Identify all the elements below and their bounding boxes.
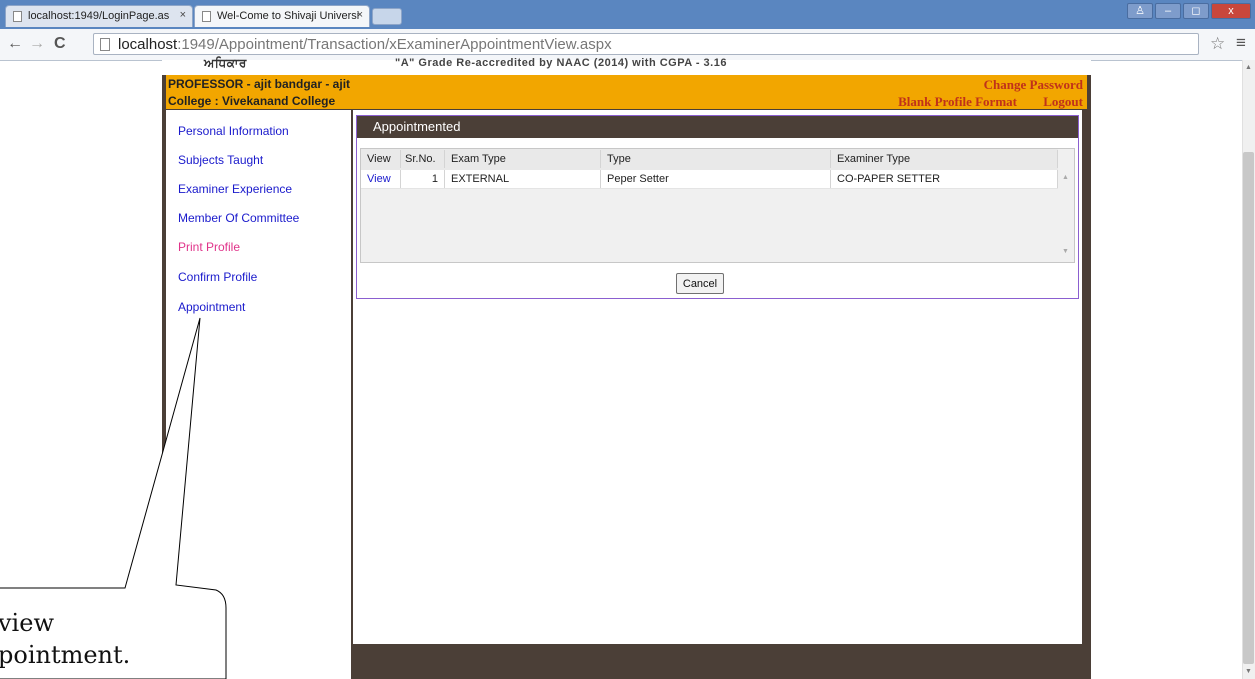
forward-icon[interactable]: → (29, 35, 45, 53)
logout-link[interactable]: Logout (1043, 94, 1083, 110)
examiner-type-cell: CO-PAPER SETTER (831, 170, 1058, 188)
panel-title: Appointmented (357, 116, 1078, 138)
grid-header: View Sr.No. Exam Type Type Examiner Type (361, 149, 1058, 171)
maximize-button[interactable]: ◻ (1183, 3, 1209, 19)
sidebar-item-appointment[interactable]: Appointment (178, 300, 245, 314)
cancel-button[interactable]: Cancel (676, 273, 724, 294)
user-header: PROFESSOR - ajit bandgar - ajit College … (166, 75, 1087, 109)
user-icon[interactable]: ♙ (1127, 3, 1153, 19)
blank-profile-format-link[interactable]: Blank Profile Format (898, 94, 1017, 110)
table-row: View 1 EXTERNAL Peper Setter CO-PAPER SE… (361, 170, 1058, 189)
page-icon (13, 11, 22, 22)
close-tab-icon[interactable]: × (357, 9, 363, 21)
callout-text: view pointment. (0, 607, 130, 671)
back-icon[interactable]: ← (7, 35, 23, 53)
scroll-up-icon[interactable]: ▲ (1245, 64, 1252, 71)
appointment-grid: View Sr.No. Exam Type Type Examiner Type… (360, 148, 1075, 263)
column-header-exam-type: Exam Type (445, 150, 601, 168)
sidebar-item-print-profile[interactable]: Print Profile (178, 240, 240, 254)
bookmark-star-icon[interactable]: ☆ (1210, 34, 1225, 54)
grid-scroll-up-icon[interactable]: ▲ (1062, 174, 1069, 181)
tab-shivaji-university[interactable]: Wel-Come to Shivaji Universi × (194, 5, 370, 27)
accreditation-text: "A" Grade Re-accredited by NAAC (2014) w… (395, 57, 727, 69)
scroll-down-icon[interactable]: ▼ (1245, 668, 1252, 675)
sidebar: Personal Information Subjects Taught Exa… (166, 110, 351, 679)
url-bar[interactable]: localhost:1949/Appointment/Transaction/x… (93, 33, 1199, 55)
view-link[interactable]: View (361, 170, 401, 188)
exam-type-cell: EXTERNAL (445, 170, 601, 188)
appointment-panel: Appointmented View Sr.No. Exam Type Type… (356, 115, 1079, 299)
reload-icon[interactable]: C (54, 35, 66, 53)
browser-tab-bar: localhost:1949/LoginPage.as × Wel-Come t… (0, 0, 1255, 29)
column-header-type: Type (601, 150, 831, 168)
change-password-link[interactable]: Change Password (984, 77, 1083, 93)
grid-scrollbar[interactable]: ▲ ▼ (1058, 170, 1074, 262)
sidebar-item-personal-information[interactable]: Personal Information (178, 124, 289, 138)
callout-line-2: pointment. (0, 641, 131, 669)
url-path: :1949/Appointment/Transaction/xExaminerA… (177, 36, 612, 53)
tab-title: Wel-Come to Shivaji Universi (217, 10, 360, 22)
column-header-view: View (361, 150, 401, 168)
window-controls: ♙ – ◻ x (1127, 3, 1251, 21)
sidebar-item-examiner-experience[interactable]: Examiner Experience (178, 182, 292, 196)
menu-icon[interactable]: ≡ (1236, 33, 1246, 53)
page-icon (202, 11, 211, 22)
callout-line-1: view (0, 609, 54, 637)
column-header-examiner-type: Examiner Type (831, 150, 1058, 168)
logo-fragment: ਅਧਿਕਾਰ (204, 56, 247, 70)
new-tab-button[interactable] (372, 8, 402, 25)
srno-cell: 1 (401, 170, 445, 188)
url-host: localhost (118, 36, 178, 53)
scrollbar-thumb[interactable] (1243, 152, 1254, 664)
close-window-button[interactable]: x (1211, 3, 1251, 19)
close-tab-icon[interactable]: × (180, 9, 186, 21)
sidebar-item-subjects-taught[interactable]: Subjects Taught (178, 153, 263, 167)
minimize-button[interactable]: – (1155, 3, 1181, 19)
tab-login-page[interactable]: localhost:1949/LoginPage.as × (5, 5, 193, 27)
tab-title: localhost:1949/LoginPage.as (28, 10, 170, 22)
accreditation-strip: ਅਧਿਕਾਰ "A" Grade Re-accredited by NAAC (… (162, 56, 1091, 75)
grid-scroll-down-icon[interactable]: ▼ (1062, 248, 1069, 255)
type-cell: Peper Setter (601, 170, 831, 188)
sidebar-item-confirm-profile[interactable]: Confirm Profile (178, 270, 257, 284)
professor-name: PROFESSOR - ajit bandgar - ajit (168, 77, 351, 91)
column-header-srno: Sr.No. (401, 150, 445, 168)
college-name: College : Vivekanand College (168, 94, 336, 108)
page-icon (100, 38, 110, 51)
sidebar-item-member-of-committee[interactable]: Member Of Committee (178, 211, 299, 225)
